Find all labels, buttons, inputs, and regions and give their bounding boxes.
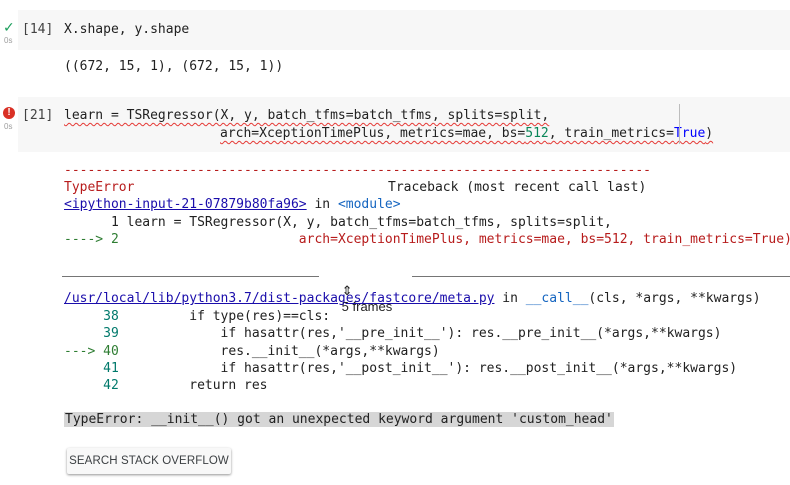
line-code: return res (118, 378, 268, 393)
source-line: 39 if hasattr(res,'__pre_init__'): res._… (64, 326, 721, 341)
line-number: 41 (64, 361, 119, 376)
traceback-header: Traceback (most recent call last) (388, 180, 647, 195)
function-name: __call__ (525, 291, 589, 306)
frames-rule-right (412, 276, 790, 277)
traceback-divider: ----------------------------------------… (64, 163, 651, 178)
line-code: if hasattr(res,'__post_init__'): res.__p… (118, 361, 738, 376)
code-line-1[interactable]: learn = TSRegressor(X, y, batch_tfms=bat… (64, 108, 549, 123)
code-cell-2[interactable] (18, 97, 790, 152)
final-error-message: TypeError: __init__() got an unexpected … (64, 412, 614, 427)
error-type: TypeError (64, 180, 135, 195)
line-code: if hasattr(res,'__pre_init__'): res.__pr… (118, 326, 722, 341)
module-name: <module> (337, 197, 401, 212)
line-code: res.__init__(*args,**kwargs) (118, 344, 440, 359)
execution-prompt: [14] (22, 22, 54, 37)
line-number: 39 (64, 326, 119, 341)
traceback-frame-header: /usr/local/lib/python3.7/dist-packages/f… (64, 291, 761, 306)
source-line: 42 return res (64, 378, 268, 393)
traceback-frame-header: <ipython-input-21-07879b80fa96> in <modu… (64, 197, 401, 212)
frames-rule-left (62, 276, 319, 277)
line-number: 38 (64, 309, 119, 324)
function-args: (cls, *args, **kwargs) (588, 291, 761, 306)
search-stack-overflow-button[interactable]: SEARCH STACK OVERFLOW (67, 448, 231, 474)
number-literal: 512 (525, 126, 549, 141)
traceback-line: 1 learn = TSRegressor(X, y, batch_tfms=b… (64, 215, 612, 230)
line-code: arch=XceptionTimePlus, metrics=mae, bs=5… (118, 232, 790, 247)
in-word: in (306, 197, 338, 212)
cell-runtime: 0s (4, 122, 13, 131)
success-check-icon: ✓ (3, 20, 15, 36)
current-line-arrow: ---> 40 (64, 344, 119, 359)
current-line-arrow: ----> 2 (64, 232, 119, 247)
error-icon: ! (3, 107, 15, 119)
source-line: 41 if hasattr(res,'__post_init__'): res.… (64, 361, 737, 376)
cell-output: ((672, 15, 1), (672, 15, 1)) (64, 59, 284, 74)
cell-runtime: 0s (4, 36, 13, 45)
text-cursor (679, 104, 680, 144)
code-line[interactable]: X.shape, y.shape (64, 22, 189, 37)
line-code: learn = TSRegressor(X, y, batch_tfms=bat… (118, 215, 612, 230)
code-line-2-text: arch=XceptionTimePlus, metrics=mae, bs= (220, 126, 526, 141)
source-line-current: ---> 40 res.__init__(*args,**kwargs) (64, 344, 440, 359)
traceback-line-current: ----> 2 arch=XceptionTimePlus, metrics=m… (64, 232, 790, 247)
line-code: if type(res)==cls: (118, 309, 331, 324)
code-line-2-text: ) (705, 126, 714, 141)
source-line: 38 if type(res)==cls: (64, 309, 330, 324)
in-word: in (494, 291, 526, 306)
ipython-input-link[interactable]: <ipython-input-21-07879b80fa96> (64, 197, 307, 212)
line-number: 1 (64, 215, 119, 230)
execution-prompt: [21] (22, 108, 54, 123)
code-line-2[interactable]: arch=XceptionTimePlus, metrics=mae, bs=5… (220, 126, 713, 141)
file-path-link[interactable]: /usr/local/lib/python3.7/dist-packages/f… (64, 291, 494, 306)
code-line-2-text: , train_metrics= (548, 126, 674, 141)
line-number: 42 (64, 378, 119, 393)
